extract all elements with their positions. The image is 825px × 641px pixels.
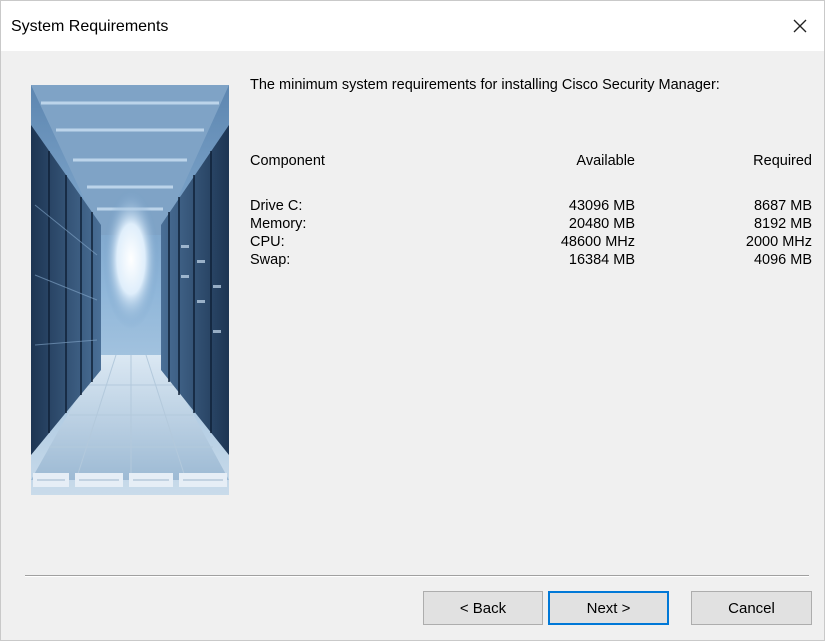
row-available: 16384 MB [568,252,635,268]
row-component: Drive C: [250,198,303,214]
title-bar: System Requirements [1,1,824,51]
header-available: Available [576,153,635,169]
row-available: 48600 MHz [560,234,635,250]
row-component: Swap: [250,252,291,268]
close-button[interactable] [782,9,818,43]
dialog-title: System Requirements [11,18,169,35]
row-required: 8192 MB [753,216,812,232]
row-required: 2000 MHz [745,234,812,250]
row-available: 43096 MB [568,198,635,214]
table-row: CPU: 48600 MHz 2000 MHz [250,233,812,251]
row-component: Memory: [250,216,307,232]
system-requirements-dialog: System Requirements The minimum system r… [0,0,825,641]
table-row: Drive C: 43096 MB 8687 MB [250,197,812,215]
next-button[interactable]: Next > [548,591,669,625]
row-required: 4096 MB [753,252,812,268]
table-row: Swap: 16384 MB 4096 MB [250,251,812,269]
header-component: Component [250,153,325,169]
back-button[interactable]: < Back [423,591,543,625]
table-row: Memory: 20480 MB 8192 MB [250,215,812,233]
server-room-image [31,85,229,495]
requirements-table: Component Available Required Drive C: 43… [250,153,812,268]
intro-text: The minimum system requirements for inst… [250,77,720,93]
requirements-rows: Drive C: 43096 MB 8687 MB Memory: 20480 … [250,197,812,269]
row-component: CPU: [250,234,285,250]
row-required: 8687 MB [753,198,812,214]
row-available: 20480 MB [568,216,635,232]
header-required: Required [753,153,812,169]
button-divider [25,575,809,577]
table-header: Component Available Required [250,153,812,175]
cancel-button[interactable]: Cancel [691,591,812,625]
close-icon [793,19,807,33]
